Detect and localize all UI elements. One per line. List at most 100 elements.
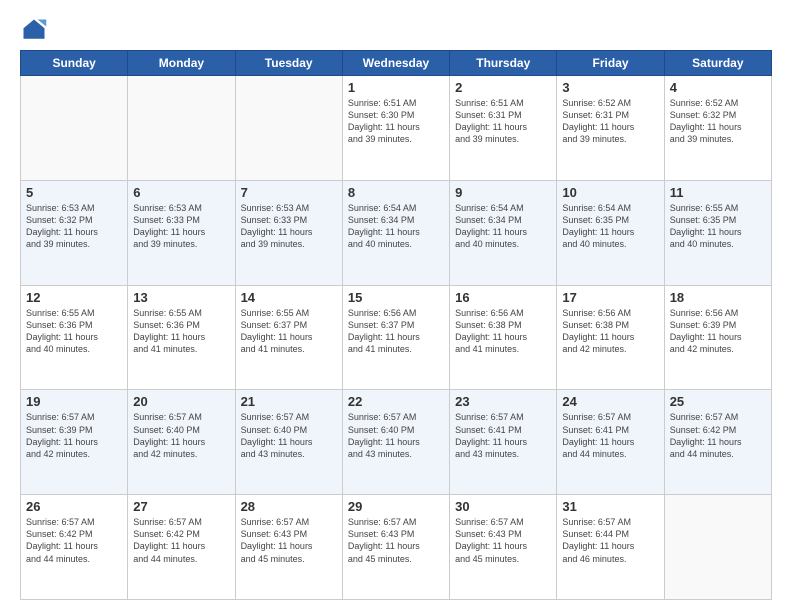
cell-info: Sunrise: 6:57 AM Sunset: 6:41 PM Dayligh… — [455, 411, 551, 460]
day-number: 15 — [348, 290, 444, 305]
cell-info: Sunrise: 6:57 AM Sunset: 6:40 PM Dayligh… — [241, 411, 337, 460]
calendar-cell: 11 Sunrise: 6:55 AM Sunset: 6:35 PM Dayli… — [664, 180, 771, 285]
cell-info: Sunrise: 6:53 AM Sunset: 6:32 PM Dayligh… — [26, 202, 122, 251]
cell-info: Sunrise: 6:54 AM Sunset: 6:34 PM Dayligh… — [455, 202, 551, 251]
cell-info: Sunrise: 6:57 AM Sunset: 6:40 PM Dayligh… — [348, 411, 444, 460]
calendar-cell: 31 Sunrise: 6:57 AM Sunset: 6:44 PM Dayli… — [557, 495, 664, 600]
calendar-cell: 13 Sunrise: 6:55 AM Sunset: 6:36 PM Dayli… — [128, 285, 235, 390]
calendar-week-1: 1 Sunrise: 6:51 AM Sunset: 6:30 PM Daylig… — [21, 76, 772, 181]
day-number: 26 — [26, 499, 122, 514]
day-number: 18 — [670, 290, 766, 305]
cell-info: Sunrise: 6:57 AM Sunset: 6:43 PM Dayligh… — [348, 516, 444, 565]
day-number: 28 — [241, 499, 337, 514]
day-header-thursday: Thursday — [450, 51, 557, 76]
day-number: 13 — [133, 290, 229, 305]
calendar-week-2: 5Sunrise: 6:53 AM Sunset: 6:32 PM Daylig… — [21, 180, 772, 285]
cell-info: Sunrise: 6:54 AM Sunset: 6:34 PM Dayligh… — [348, 202, 444, 251]
cell-info: Sunrise: 6:56 AM Sunset: 6:37 PM Dayligh… — [348, 307, 444, 356]
day-number: 1 — [348, 80, 444, 95]
day-number: 24 — [562, 394, 658, 409]
cell-info: Sunrise: 6:51 AM Sunset: 6:31 PM Dayligh… — [455, 97, 551, 146]
cell-info: Sunrise: 6:57 AM Sunset: 6:39 PM Dayligh… — [26, 411, 122, 460]
calendar-cell: 8 Sunrise: 6:54 AM Sunset: 6:34 PM Daylig… — [342, 180, 449, 285]
calendar-cell: 19 Sunrise: 6:57 AM Sunset: 6:39 PM Dayli… — [21, 390, 128, 495]
day-number: 31 — [562, 499, 658, 514]
cell-info: Sunrise: 6:55 AM Sunset: 6:35 PM Dayligh… — [670, 202, 766, 251]
cell-info: Sunrise: 6:57 AM Sunset: 6:42 PM Dayligh… — [26, 516, 122, 565]
calendar-cell: 28 Sunrise: 6:57 AM Sunset: 6:43 PM Dayli… — [235, 495, 342, 600]
day-number: 12 — [26, 290, 122, 305]
calendar-header-row: SundayMondayTuesdayWednesdayThursdayFrid… — [21, 51, 772, 76]
day-number: 11 — [670, 185, 766, 200]
cell-info: Sunrise: 6:57 AM Sunset: 6:42 PM Dayligh… — [670, 411, 766, 460]
logo-icon — [20, 16, 48, 44]
day-number: 21 — [241, 394, 337, 409]
calendar-cell: 14Sunrise: 6:55 AM Sunset: 6:37 PM Dayli… — [235, 285, 342, 390]
cell-info: Sunrise: 6:56 AM Sunset: 6:38 PM Dayligh… — [455, 307, 551, 356]
cell-info: Sunrise: 6:57 AM Sunset: 6:40 PM Dayligh… — [133, 411, 229, 460]
calendar-cell: 24 Sunrise: 6:57 AM Sunset: 6:41 PM Dayli… — [557, 390, 664, 495]
day-number: 25 — [670, 394, 766, 409]
cell-info: Sunrise: 6:57 AM Sunset: 6:44 PM Dayligh… — [562, 516, 658, 565]
day-number: 20 — [133, 394, 229, 409]
day-number: 19 — [26, 394, 122, 409]
calendar-cell — [664, 495, 771, 600]
calendar-cell: 22Sunrise: 6:57 AM Sunset: 6:40 PM Dayli… — [342, 390, 449, 495]
day-header-friday: Friday — [557, 51, 664, 76]
cell-info: Sunrise: 6:53 AM Sunset: 6:33 PM Dayligh… — [133, 202, 229, 251]
day-number: 16 — [455, 290, 551, 305]
cell-info: Sunrise: 6:54 AM Sunset: 6:35 PM Dayligh… — [562, 202, 658, 251]
day-number: 3 — [562, 80, 658, 95]
calendar-cell: 20 Sunrise: 6:57 AM Sunset: 6:40 PM Dayli… — [128, 390, 235, 495]
cell-info: Sunrise: 6:56 AM Sunset: 6:38 PM Dayligh… — [562, 307, 658, 356]
day-header-saturday: Saturday — [664, 51, 771, 76]
calendar-table: SundayMondayTuesdayWednesdayThursdayFrid… — [20, 50, 772, 600]
calendar-cell: 2Sunrise: 6:51 AM Sunset: 6:31 PM Daylig… — [450, 76, 557, 181]
cell-info: Sunrise: 6:55 AM Sunset: 6:36 PM Dayligh… — [26, 307, 122, 356]
day-number: 9 — [455, 185, 551, 200]
calendar-cell: 17 Sunrise: 6:56 AM Sunset: 6:38 PM Dayli… — [557, 285, 664, 390]
day-number: 8 — [348, 185, 444, 200]
calendar-cell: 10Sunrise: 6:54 AM Sunset: 6:35 PM Dayli… — [557, 180, 664, 285]
day-number: 17 — [562, 290, 658, 305]
calendar-cell: 30 Sunrise: 6:57 AM Sunset: 6:43 PM Dayli… — [450, 495, 557, 600]
calendar-cell: 4 Sunrise: 6:52 AM Sunset: 6:32 PM Daylig… — [664, 76, 771, 181]
cell-info: Sunrise: 6:51 AM Sunset: 6:30 PM Dayligh… — [348, 97, 444, 146]
day-number: 30 — [455, 499, 551, 514]
calendar-cell — [128, 76, 235, 181]
calendar-cell — [21, 76, 128, 181]
calendar-cell: 23 Sunrise: 6:57 AM Sunset: 6:41 PM Dayli… — [450, 390, 557, 495]
day-number: 23 — [455, 394, 551, 409]
calendar-week-3: 12 Sunrise: 6:55 AM Sunset: 6:36 PM Dayli… — [21, 285, 772, 390]
calendar-cell: 21 Sunrise: 6:57 AM Sunset: 6:40 PM Dayli… — [235, 390, 342, 495]
header — [20, 16, 772, 44]
calendar-week-4: 19 Sunrise: 6:57 AM Sunset: 6:39 PM Dayli… — [21, 390, 772, 495]
cell-info: Sunrise: 6:56 AM Sunset: 6:39 PM Dayligh… — [670, 307, 766, 356]
day-header-sunday: Sunday — [21, 51, 128, 76]
calendar-cell: 15 Sunrise: 6:56 AM Sunset: 6:37 PM Dayli… — [342, 285, 449, 390]
cell-info: Sunrise: 6:57 AM Sunset: 6:43 PM Dayligh… — [241, 516, 337, 565]
cell-info: Sunrise: 6:57 AM Sunset: 6:43 PM Dayligh… — [455, 516, 551, 565]
calendar-cell: 1 Sunrise: 6:51 AM Sunset: 6:30 PM Daylig… — [342, 76, 449, 181]
page: SundayMondayTuesdayWednesdayThursdayFrid… — [0, 0, 792, 612]
cell-info: Sunrise: 6:55 AM Sunset: 6:37 PM Dayligh… — [241, 307, 337, 356]
cell-info: Sunrise: 6:53 AM Sunset: 6:33 PM Dayligh… — [241, 202, 337, 251]
day-header-tuesday: Tuesday — [235, 51, 342, 76]
day-number: 4 — [670, 80, 766, 95]
day-number: 27 — [133, 499, 229, 514]
calendar-cell: 25 Sunrise: 6:57 AM Sunset: 6:42 PM Dayli… — [664, 390, 771, 495]
cell-info: Sunrise: 6:52 AM Sunset: 6:32 PM Dayligh… — [670, 97, 766, 146]
day-number: 7 — [241, 185, 337, 200]
day-header-wednesday: Wednesday — [342, 51, 449, 76]
day-number: 29 — [348, 499, 444, 514]
calendar-cell: 18 Sunrise: 6:56 AM Sunset: 6:39 PM Dayli… — [664, 285, 771, 390]
calendar-cell: 3Sunrise: 6:52 AM Sunset: 6:31 PM Daylig… — [557, 76, 664, 181]
calendar-cell: 9 Sunrise: 6:54 AM Sunset: 6:34 PM Daylig… — [450, 180, 557, 285]
calendar-cell — [235, 76, 342, 181]
calendar-cell: 12 Sunrise: 6:55 AM Sunset: 6:36 PM Dayli… — [21, 285, 128, 390]
cell-info: Sunrise: 6:55 AM Sunset: 6:36 PM Dayligh… — [133, 307, 229, 356]
cell-info: Sunrise: 6:57 AM Sunset: 6:42 PM Dayligh… — [133, 516, 229, 565]
cell-info: Sunrise: 6:57 AM Sunset: 6:41 PM Dayligh… — [562, 411, 658, 460]
day-header-monday: Monday — [128, 51, 235, 76]
calendar-cell: 5Sunrise: 6:53 AM Sunset: 6:32 PM Daylig… — [21, 180, 128, 285]
